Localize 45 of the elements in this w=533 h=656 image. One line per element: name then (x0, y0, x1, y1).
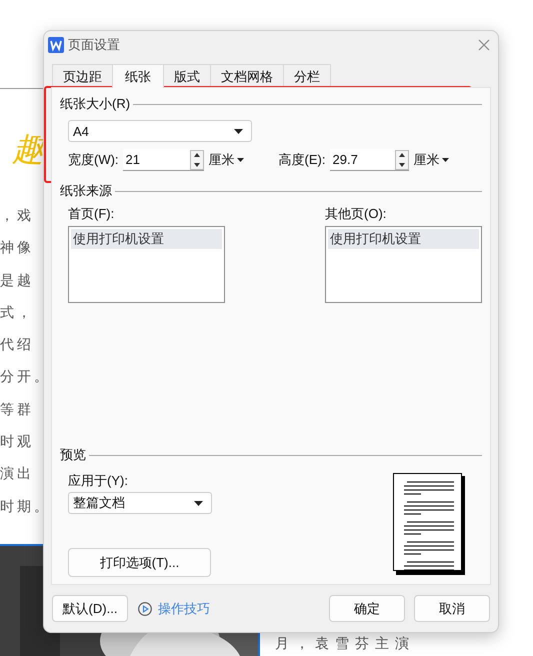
width-field[interactable]: 21 (122, 149, 204, 171)
list-item[interactable]: 使用打印机设置 (71, 229, 222, 249)
body-text: 代绍 (0, 336, 35, 356)
unit-dropdown[interactable]: 厘米 (208, 151, 244, 169)
heading-text: 趣 (12, 130, 44, 169)
body-text: 分开。 (0, 368, 51, 388)
body-text: 神像 (0, 239, 35, 258)
first-page-list[interactable]: 使用打印机设置 (68, 226, 225, 303)
section-title: 纸张大小(R) (60, 95, 130, 113)
tab[interactable]: 分栏 (283, 64, 331, 88)
field-label: 高度(E): (278, 151, 326, 169)
close-icon[interactable] (478, 38, 490, 50)
tab[interactable]: 纸张 (112, 64, 164, 88)
body-text: 时期。 (0, 498, 51, 517)
field-label: 首页(F): (68, 205, 116, 223)
body-text: ，戏 (0, 207, 35, 226)
app-icon (48, 36, 64, 52)
caret-icon (442, 158, 448, 162)
section-title: 纸张来源 (60, 182, 112, 200)
section-title: 预览 (60, 446, 86, 464)
height-field[interactable]: 29.7 (330, 149, 408, 171)
body-text: 是越 (0, 272, 35, 291)
caret-icon (236, 158, 244, 162)
unit-dropdown[interactable]: 厘米 (414, 151, 448, 169)
body-text: 时观 (0, 433, 35, 452)
body-text: 月，袁雪芬主演 (275, 636, 415, 652)
other-pages-list[interactable]: 使用打印机设置 (325, 226, 482, 303)
body-text: 演出 (0, 465, 35, 484)
window-title: 页面设置 (68, 36, 121, 54)
cancel-button[interactable]: 取消 (414, 595, 490, 622)
caret-icon (194, 500, 203, 506)
field-label: 宽度(W): (68, 151, 119, 169)
paper-size-select[interactable]: A4 (68, 120, 252, 142)
field-label: 其他页(O): (325, 205, 388, 223)
print-options-button[interactable]: 打印选项(T)... (68, 548, 211, 577)
default-button[interactable]: 默认(D)... (52, 595, 128, 622)
tab[interactable]: 页边距 (52, 64, 113, 88)
body-text: 等群 (0, 400, 35, 420)
field-label: 应用于(Y): (68, 472, 129, 490)
body-text: 式， (0, 304, 35, 323)
apply-to-select[interactable]: 整篇文档 (68, 492, 212, 514)
ok-button[interactable]: 确定 (329, 595, 405, 622)
caret-icon (234, 128, 243, 134)
play-icon (138, 602, 152, 616)
list-item[interactable]: 使用打印机设置 (328, 229, 479, 249)
